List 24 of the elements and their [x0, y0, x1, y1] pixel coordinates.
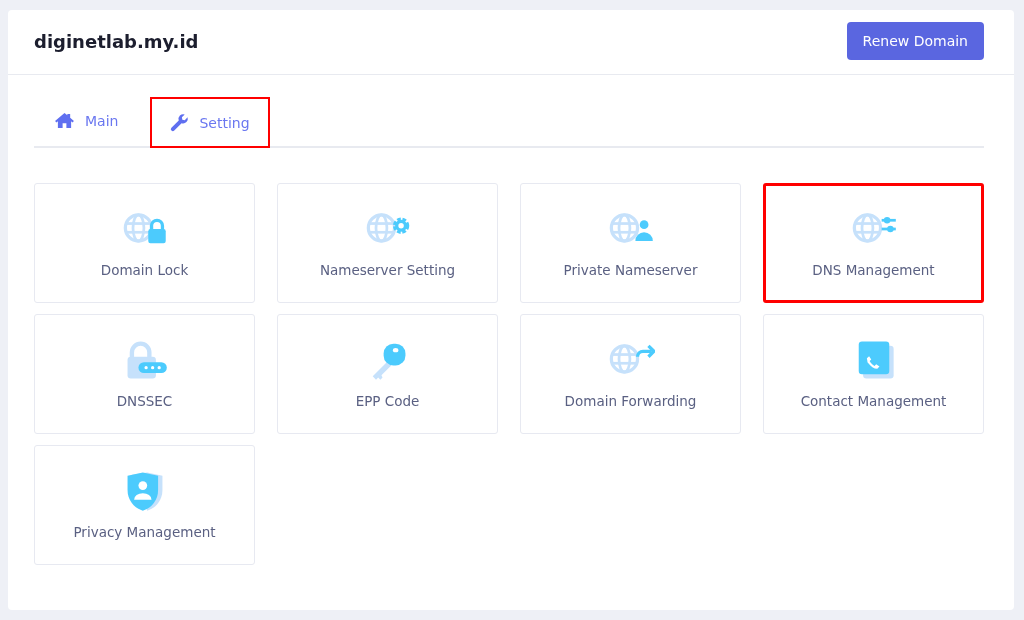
setting-tile[interactable]: Contact Management — [763, 314, 984, 434]
tile-label: Nameserver Setting — [319, 262, 456, 278]
tile-label: Contact Management — [800, 393, 947, 409]
tile-label: Private Nameserver — [563, 262, 698, 278]
home-icon — [54, 112, 75, 129]
tab[interactable]: Main — [36, 97, 137, 148]
renew-domain-button[interactable]: Renew Domain — [846, 22, 984, 60]
tile-label: Domain Forwarding — [564, 393, 697, 409]
setting-tile[interactable]: EPP Code — [277, 314, 498, 434]
domain-title: diginetlab.my.id — [34, 30, 199, 52]
setting-tile[interactable]: Domain Forwarding — [520, 314, 741, 434]
tab[interactable]: Setting — [150, 97, 270, 148]
tile-label: Domain Lock — [100, 262, 189, 278]
setting-tile[interactable]: Privacy Management — [34, 445, 255, 565]
setting-tile[interactable]: Private Nameserver — [520, 183, 741, 303]
setting-tile[interactable]: DNS Management — [763, 183, 984, 303]
setting-tile[interactable]: DNSSEC — [34, 314, 255, 434]
wrench-icon — [170, 113, 190, 132]
tile-label: DNS Management — [812, 262, 935, 278]
setting-tile[interactable]: Nameserver Setting — [277, 183, 498, 303]
tile-label: DNSSEC — [116, 393, 173, 409]
tile-label: Privacy Management — [73, 524, 216, 540]
tile-label: EPP Code — [355, 393, 420, 409]
setting-tile[interactable]: Domain Lock — [34, 183, 255, 303]
